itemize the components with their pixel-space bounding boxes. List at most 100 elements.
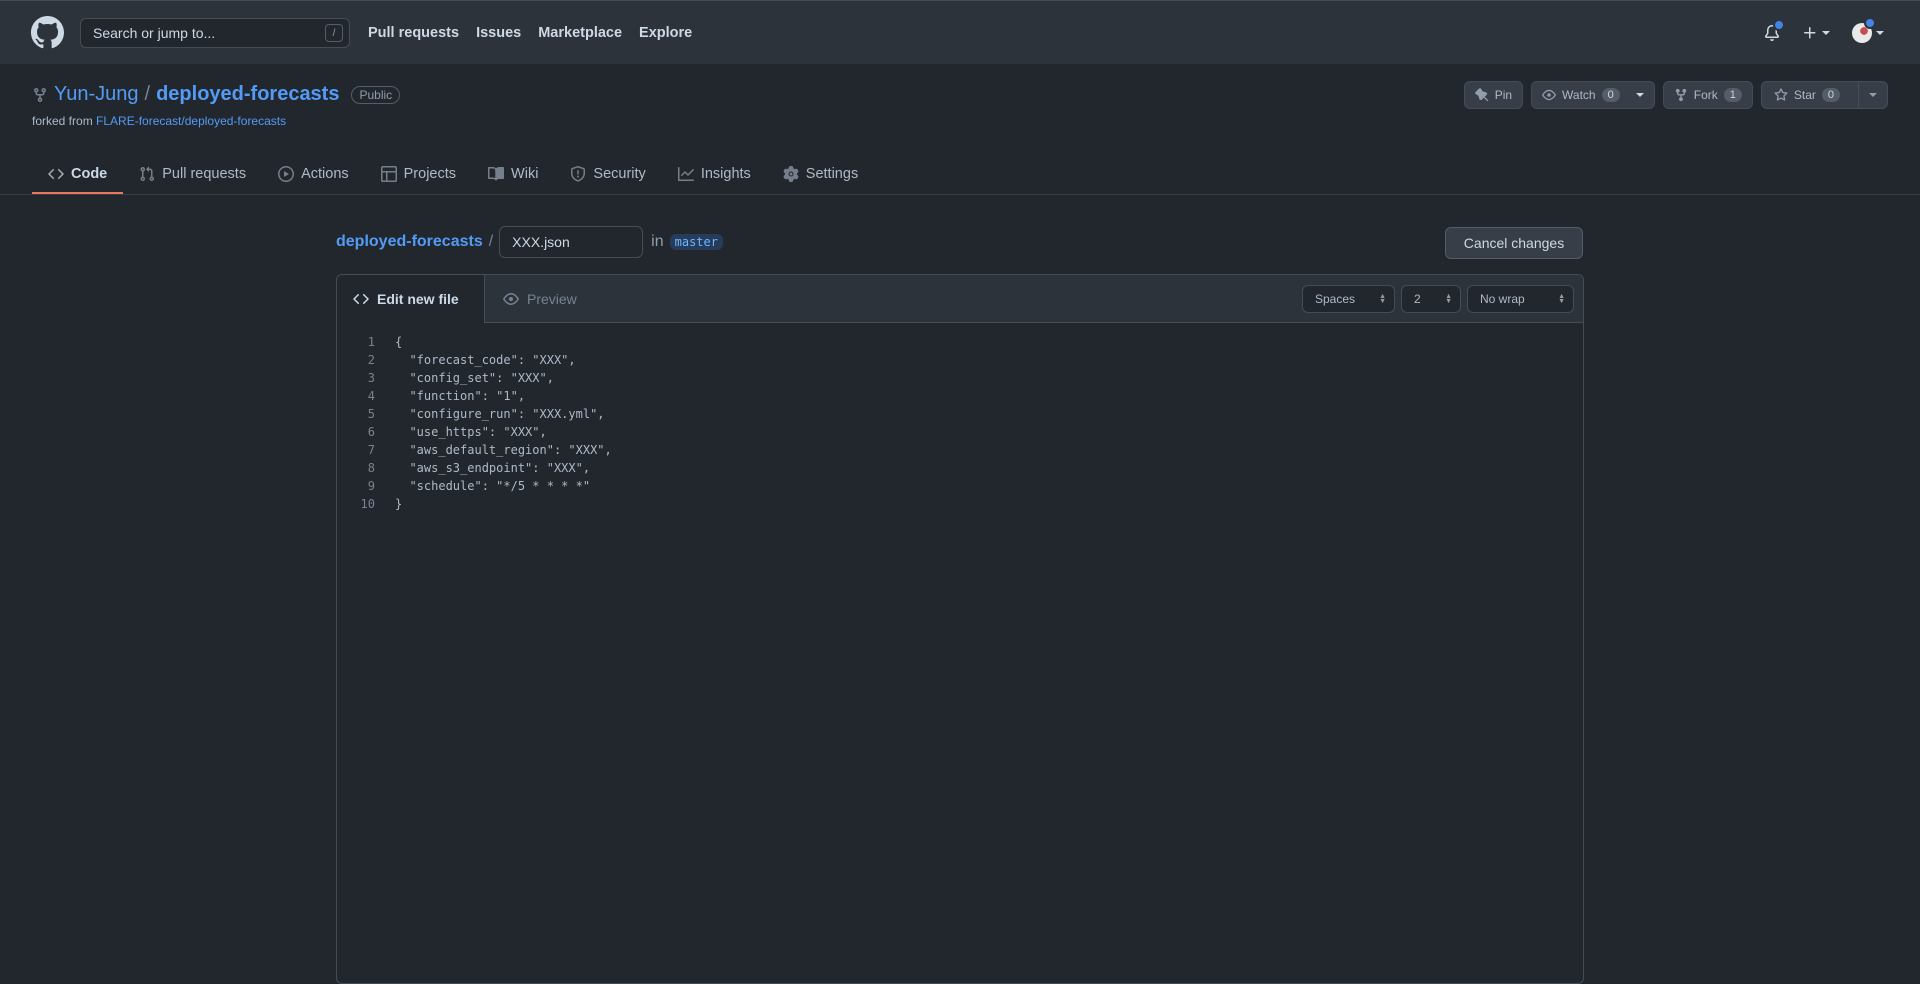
chevron-down-icon bbox=[1822, 31, 1830, 35]
code-line[interactable]: 6 "use_https": "XXX", bbox=[337, 423, 1583, 441]
code-line[interactable]: 10} bbox=[337, 495, 1583, 513]
search-placeholder: Search or jump to... bbox=[93, 25, 216, 41]
pin-button[interactable]: Pin bbox=[1463, 81, 1524, 109]
line-number: 3 bbox=[367, 371, 375, 385]
code-line[interactable]: 5 "configure_run": "XXX.yml", bbox=[337, 405, 1583, 423]
line-number: 1 bbox=[367, 335, 375, 349]
forked-from: forked from FLARE-forecast/deployed-fore… bbox=[32, 114, 286, 128]
table-icon bbox=[380, 166, 397, 182]
line-text[interactable]: "aws_default_region": "XXX", bbox=[395, 441, 611, 459]
tab-code[interactable]: Code bbox=[32, 156, 124, 194]
fork-button[interactable]: Fork 1 bbox=[1662, 81, 1753, 109]
star-label: Star bbox=[1793, 88, 1816, 102]
line-text[interactable]: } bbox=[395, 495, 402, 513]
indent-mode-select[interactable]: Spaces ▲ ▼ bbox=[1302, 285, 1395, 313]
graph-icon bbox=[677, 167, 694, 181]
tab-preview[interactable]: Preview bbox=[487, 275, 593, 323]
star-button[interactable]: Star 0 bbox=[1760, 81, 1888, 109]
forked-label: forked from bbox=[32, 114, 93, 128]
tab-edit-new-file[interactable]: Edit new file bbox=[337, 275, 485, 323]
star-list-dropdown[interactable] bbox=[1858, 82, 1887, 108]
global-nav: Pull requests Issues Marketplace Explore bbox=[368, 1, 692, 65]
wrap-mode-value: No wrap bbox=[1480, 292, 1525, 306]
eye-icon bbox=[503, 293, 519, 305]
line-text[interactable]: { bbox=[395, 333, 402, 351]
nav-pull-requests[interactable]: Pull requests bbox=[368, 25, 459, 41]
repo-forked-icon bbox=[1675, 88, 1686, 102]
code-area[interactable]: 1{2 "forecast_code": "XXX", 3 "config_set… bbox=[337, 333, 1583, 513]
tab-wiki[interactable]: Wiki bbox=[472, 156, 554, 192]
repo-tabs: Code Pull requests Actions Projects Wiki… bbox=[32, 156, 874, 194]
line-text[interactable]: "use_https": "XXX", bbox=[395, 423, 546, 441]
repo-name-link[interactable]: deployed-forecasts bbox=[156, 83, 339, 106]
tab-wiki-label: Wiki bbox=[511, 166, 539, 182]
code-line[interactable]: 4 "function": "1", bbox=[337, 387, 1583, 405]
git-pull-request-icon bbox=[140, 166, 155, 182]
code-line[interactable]: 8 "aws_s3_endpoint": "XXX", bbox=[337, 459, 1583, 477]
star-icon bbox=[1774, 88, 1788, 101]
code-line[interactable]: 1{ bbox=[337, 333, 1583, 351]
notifications-button[interactable] bbox=[1764, 19, 1785, 41]
repo-actions: Pin Watch 0 Fork 1 Star 0 bbox=[1463, 81, 1888, 109]
line-text[interactable]: "forecast_code": "XXX", bbox=[395, 351, 575, 369]
search-input[interactable]: Search or jump to... / bbox=[80, 18, 350, 48]
tab-security-label: Security bbox=[593, 166, 646, 182]
wrap-mode-select[interactable]: No wrap ▲ ▼ bbox=[1467, 285, 1574, 313]
chevron-down-icon bbox=[1876, 31, 1884, 35]
play-icon bbox=[278, 166, 295, 182]
code-line[interactable]: 3 "config_set": "XXX", bbox=[337, 369, 1583, 387]
tab-projects[interactable]: Projects bbox=[365, 156, 472, 192]
github-logo-icon[interactable] bbox=[31, 16, 64, 49]
line-text[interactable]: "configure_run": "XXX.yml", bbox=[395, 405, 604, 423]
code-icon bbox=[48, 168, 64, 180]
tab-security[interactable]: Security bbox=[554, 156, 661, 192]
nav-explore[interactable]: Explore bbox=[639, 25, 692, 41]
forked-from-link[interactable]: FLARE-forecast/deployed-forecasts bbox=[96, 114, 286, 128]
breadcrumb-repo-link[interactable]: deployed-forecasts bbox=[336, 233, 483, 251]
nav-marketplace[interactable]: Marketplace bbox=[538, 25, 622, 41]
filename-input[interactable]: XXX.json bbox=[499, 226, 644, 258]
line-number: 6 bbox=[367, 425, 375, 439]
indent-size-select[interactable]: 2 ▲ ▼ bbox=[1401, 285, 1461, 313]
tab-preview-label: Preview bbox=[527, 291, 577, 307]
code-line[interactable]: 2 "forecast_code": "XXX", bbox=[337, 351, 1583, 369]
chevron-down-icon bbox=[1635, 93, 1644, 97]
gear-icon bbox=[783, 166, 799, 182]
eye-icon bbox=[1542, 89, 1556, 101]
tab-edit-label: Edit new file bbox=[377, 291, 459, 307]
line-number: 10 bbox=[360, 497, 375, 511]
cancel-changes-button[interactable]: Cancel changes bbox=[1445, 227, 1583, 259]
search-shortcut-key: / bbox=[325, 24, 343, 42]
chevron-down-icon bbox=[1869, 93, 1877, 97]
select-arrows-icon: ▲ ▼ bbox=[1379, 293, 1386, 305]
line-text[interactable]: "schedule": "*/5 * * * *" bbox=[395, 477, 590, 495]
editor-toolbar: Edit new file Preview Spaces ▲ ▼ 2 ▲ ▼ No … bbox=[337, 275, 1583, 323]
tab-pull-requests[interactable]: Pull requests bbox=[123, 156, 262, 192]
select-arrows-icon: ▲ ▼ bbox=[1445, 293, 1452, 305]
line-number: 7 bbox=[367, 443, 375, 457]
watch-button[interactable]: Watch 0 bbox=[1531, 81, 1655, 109]
tab-settings[interactable]: Settings bbox=[767, 156, 874, 192]
breadcrumb-separator: / bbox=[488, 233, 494, 250]
code-line[interactable]: 9 "schedule": "*/5 * * * *" bbox=[337, 477, 1583, 495]
plus-icon bbox=[1804, 27, 1816, 39]
line-text[interactable]: "config_set": "XXX", bbox=[395, 369, 554, 387]
line-number: 8 bbox=[367, 461, 375, 475]
line-text[interactable]: "aws_s3_endpoint": "XXX", bbox=[395, 459, 590, 477]
repo-separator: / bbox=[144, 83, 151, 105]
code-line[interactable]: 7 "aws_default_region": "XXX", bbox=[337, 441, 1583, 459]
line-text[interactable]: "function": "1", bbox=[395, 387, 525, 405]
code-icon bbox=[353, 293, 369, 305]
nav-issues[interactable]: Issues bbox=[476, 25, 521, 41]
repo-owner-link[interactable]: Yun-Jung bbox=[54, 83, 139, 106]
repository-header: Yun-Jung / deployed-forecasts Public for… bbox=[0, 64, 1920, 195]
tab-actions[interactable]: Actions bbox=[262, 156, 365, 192]
repo-forked-icon bbox=[34, 87, 46, 102]
tab-insights[interactable]: Insights bbox=[662, 156, 767, 192]
visibility-badge: Public bbox=[351, 85, 401, 104]
user-menu-button[interactable] bbox=[1852, 17, 1884, 43]
header-actions bbox=[1764, 1, 1884, 65]
create-new-button[interactable] bbox=[1802, 25, 1830, 41]
line-number: 5 bbox=[367, 407, 375, 421]
tab-projects-label: Projects bbox=[403, 166, 457, 182]
